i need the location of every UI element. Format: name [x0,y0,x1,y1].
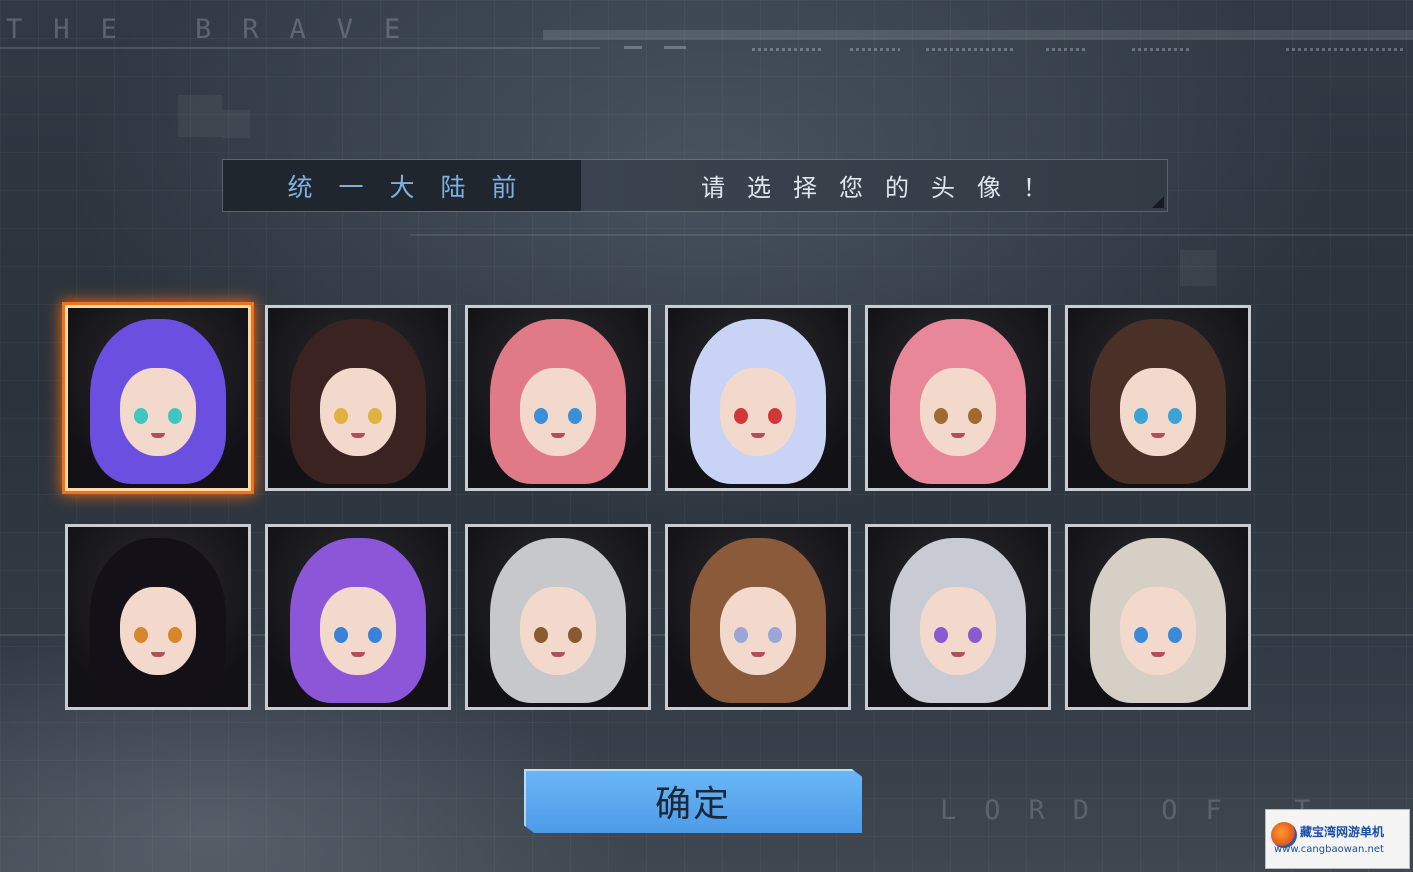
portrait-mouth [751,652,765,658]
avatar-portrait [468,527,648,707]
portrait-eye [1134,627,1148,644]
title-banner-left: 统一大陆前 [223,160,581,211]
top-decor-line [0,47,600,49]
portrait-eye [368,408,382,425]
portrait-mouth [1151,433,1165,439]
avatar-option-11[interactable] [865,524,1051,710]
portrait-eye [168,408,182,425]
banner-prompt-label: 请选择您的头像！ [701,174,1069,202]
portrait-eye [734,408,748,425]
avatar-option-4[interactable] [665,305,851,491]
portrait-eye [134,408,148,425]
top-decor-bar [543,30,1413,40]
title-banner: 统一大陆前 请选择您的头像！ [222,159,1168,212]
portrait-eye [768,408,782,425]
portrait-eye [368,627,382,644]
portrait-face [520,368,596,457]
portrait-face [720,587,796,676]
avatar-option-10[interactable] [665,524,851,710]
avatar-option-2[interactable] [265,305,451,491]
portrait-face [1120,368,1196,457]
portrait-face [120,587,196,676]
divider-line [410,234,1413,236]
portrait-mouth [151,433,165,439]
avatar-option-7[interactable] [65,524,251,710]
decor-square [178,95,222,137]
avatar-portrait [68,527,248,707]
avatar-portrait [468,308,648,488]
avatar-option-1[interactable] [65,305,251,491]
avatar-portrait [868,308,1048,488]
avatar-portrait [1068,308,1248,488]
portrait-eye [1168,408,1182,425]
avatar-portrait [668,527,848,707]
portrait-eye [934,408,948,425]
title-banner-right: 请选择您的头像！ [581,160,1167,211]
top-decor-dash [624,46,642,49]
top-decor-dots [1132,48,1192,51]
brand-text-top: THE BRAVE [6,14,432,45]
watermark-title: 藏宝湾网游单机 [1300,825,1385,839]
portrait-eye [1134,408,1148,425]
avatar-option-3[interactable] [465,305,651,491]
avatar-portrait [268,527,448,707]
portrait-eye [568,627,582,644]
avatar-portrait [68,308,248,488]
portrait-eye [968,627,982,644]
avatar-option-5[interactable] [865,305,1051,491]
portrait-face [920,368,996,457]
portrait-eye [334,408,348,425]
watermark-url: www.cangbaowan.net [1274,844,1384,855]
portrait-eye [168,627,182,644]
decor-square [1180,250,1216,286]
portrait-eye [534,408,548,425]
portrait-eye [768,627,782,644]
top-decor-dots [1286,48,1406,51]
avatar-option-12[interactable] [1065,524,1251,710]
avatar-portrait [868,527,1048,707]
portrait-face [320,368,396,457]
portrait-eye [534,627,548,644]
confirm-button[interactable]: 确定 [524,769,862,833]
portrait-face [320,587,396,676]
decor-square [222,110,250,138]
portrait-eye [134,627,148,644]
avatar-portrait [668,308,848,488]
top-decor-dots [850,48,900,51]
top-decor-dots [752,48,822,51]
top-decor-dash [664,46,686,49]
avatar-grid [65,305,1251,710]
watermark-badge: 藏宝湾网游单机 www.cangbaowan.net [1265,809,1410,869]
portrait-mouth [551,652,565,658]
portrait-mouth [951,652,965,658]
watermark-logo-icon [1271,822,1297,848]
portrait-mouth [351,433,365,439]
portrait-eye [968,408,982,425]
portrait-eye [1168,627,1182,644]
top-decor-dots [926,48,1016,51]
banner-left-label: 统一大陆前 [287,172,543,202]
portrait-eye [734,627,748,644]
portrait-eye [568,408,582,425]
avatar-option-9[interactable] [465,524,651,710]
portrait-mouth [1151,652,1165,658]
portrait-eye [334,627,348,644]
avatar-portrait [268,308,448,488]
portrait-mouth [351,652,365,658]
avatar-portrait [1068,527,1248,707]
avatar-option-6[interactable] [1065,305,1251,491]
confirm-button-label: 确定 [654,784,731,825]
portrait-mouth [951,433,965,439]
portrait-face [1120,587,1196,676]
portrait-mouth [551,433,565,439]
portrait-face [720,368,796,457]
portrait-face [120,368,196,457]
top-decor-dots [1046,48,1086,51]
avatar-option-8[interactable] [265,524,451,710]
portrait-face [920,587,996,676]
portrait-mouth [151,652,165,658]
portrait-eye [934,627,948,644]
portrait-face [520,587,596,676]
portrait-mouth [751,433,765,439]
